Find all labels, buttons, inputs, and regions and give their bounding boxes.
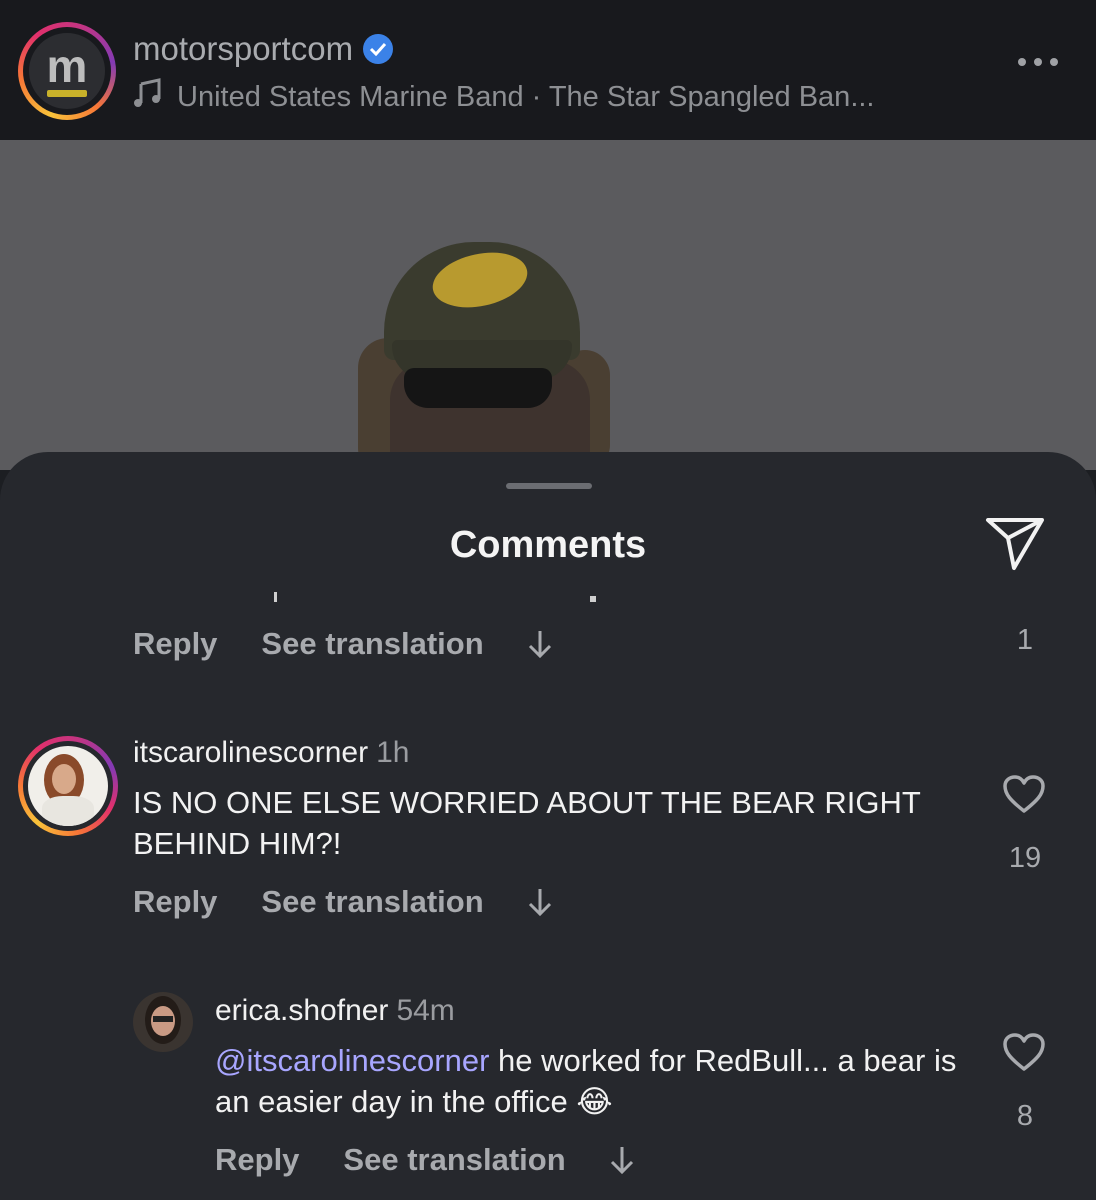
commenter-avatar[interactable] bbox=[133, 992, 193, 1052]
comment-time: 54m bbox=[396, 994, 455, 1027]
comment-username[interactable]: erica.shofner bbox=[215, 994, 388, 1027]
comment-header: erica.shofner 54m bbox=[215, 994, 455, 1028]
comment-actions: Reply See translation bbox=[133, 626, 554, 662]
see-translation-button[interactable]: See translation bbox=[261, 626, 483, 662]
comments-sheet: Comments Reply See translation 1 itscaro… bbox=[0, 452, 1096, 1200]
music-row[interactable]: United States Marine Band · The Star Spa… bbox=[133, 78, 875, 116]
music-note-icon bbox=[133, 78, 163, 116]
commenter-avatar[interactable] bbox=[18, 736, 118, 836]
reply-button[interactable]: Reply bbox=[133, 626, 217, 662]
comment-username[interactable]: itscarolinescorner bbox=[133, 736, 368, 769]
sheet-grabber[interactable] bbox=[506, 483, 592, 489]
post-image[interactable] bbox=[0, 140, 1096, 470]
reply-button[interactable]: Reply bbox=[133, 884, 217, 920]
reply-button[interactable]: Reply bbox=[215, 1142, 299, 1178]
comment-text: IS NO ONE ELSE WORRIED ABOUT THE BEAR RI… bbox=[133, 785, 921, 861]
send-icon[interactable] bbox=[984, 516, 1046, 572]
mention-link[interactable]: @itscarolinescorner bbox=[215, 1043, 489, 1078]
comment-time: 1h bbox=[376, 736, 410, 769]
motorsport-logo-icon: m bbox=[29, 33, 105, 109]
comments-title: Comments bbox=[449, 524, 647, 566]
profile-photo bbox=[28, 746, 108, 826]
arrow-down-icon[interactable] bbox=[608, 1145, 636, 1175]
like-count: 1 bbox=[1016, 624, 1034, 656]
verified-badge-icon bbox=[363, 34, 394, 64]
arrow-down-icon[interactable] bbox=[526, 629, 554, 659]
account-name-row[interactable]: motorsportcom bbox=[133, 30, 394, 68]
more-options-icon[interactable] bbox=[1018, 58, 1058, 66]
see-translation-button[interactable]: See translation bbox=[261, 884, 483, 920]
see-translation-button[interactable]: See translation bbox=[343, 1142, 565, 1178]
like-count: 8 bbox=[1016, 1100, 1034, 1132]
arrow-down-icon[interactable] bbox=[526, 887, 554, 917]
like-heart-icon[interactable] bbox=[1002, 774, 1046, 814]
post-header: m motorsportcom United States Marine Ban… bbox=[0, 0, 1096, 140]
account-avatar[interactable]: m bbox=[18, 22, 116, 120]
like-heart-icon[interactable] bbox=[1002, 1032, 1046, 1072]
instagram-reel-page: m motorsportcom United States Marine Ban… bbox=[0, 0, 1096, 1200]
comment-header: itscarolinescorner 1h bbox=[133, 736, 409, 770]
comment-actions: Reply See translation bbox=[133, 884, 554, 920]
comment-text: @itscarolinescorner he worked for RedBul… bbox=[215, 1040, 975, 1122]
music-track-text: United States Marine Band · The Star Spa… bbox=[177, 80, 875, 113]
comment-actions: Reply See translation bbox=[215, 1142, 636, 1178]
account-name[interactable]: motorsportcom bbox=[133, 30, 353, 68]
like-count: 19 bbox=[1008, 842, 1042, 874]
clipped-comment-text bbox=[270, 592, 610, 604]
